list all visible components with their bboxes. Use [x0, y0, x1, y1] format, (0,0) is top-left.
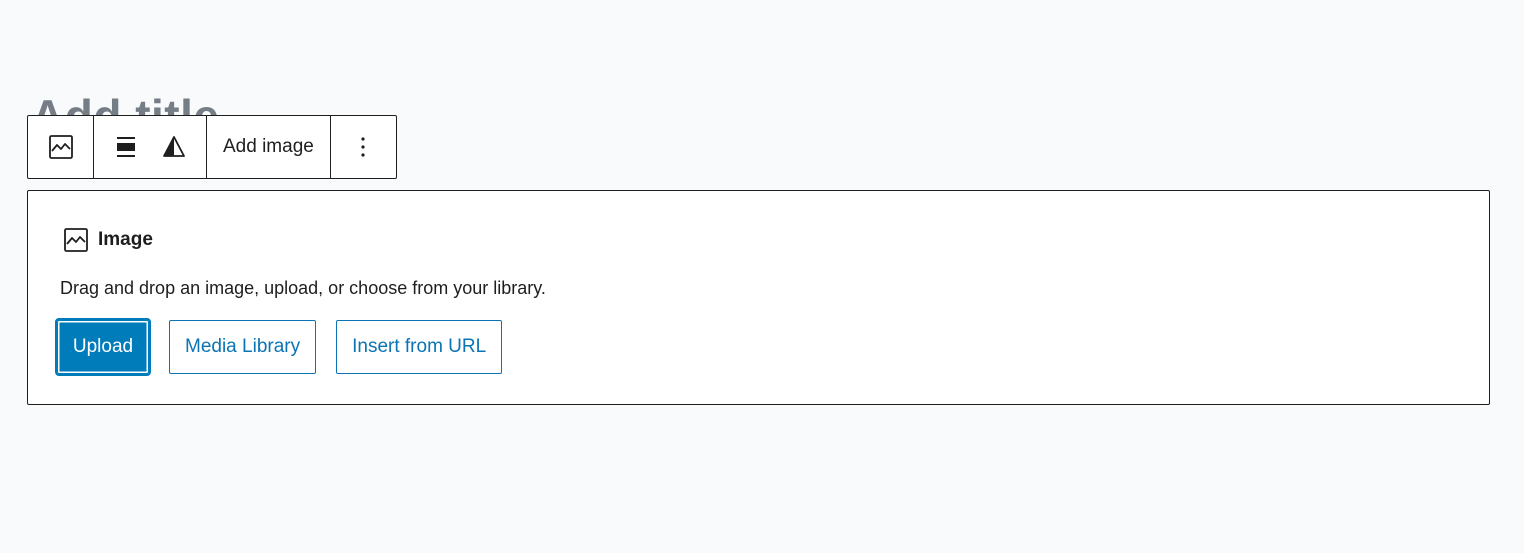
- align-duotone-group: [94, 116, 207, 178]
- insert-from-url-button[interactable]: Insert from URL: [336, 320, 503, 374]
- block-type-button[interactable]: [28, 116, 93, 178]
- duotone-icon: [162, 135, 186, 159]
- block-type-group: [28, 116, 94, 178]
- add-image-group: Add image: [207, 116, 331, 178]
- more-options-button[interactable]: [331, 116, 396, 178]
- editor-canvas: Add title: [0, 0, 1524, 553]
- post-title-input[interactable]: Add title: [31, 88, 219, 115]
- placeholder-label-text: Image: [98, 229, 153, 250]
- align-center-icon: [115, 135, 137, 159]
- align-button[interactable]: [102, 116, 150, 178]
- block-toolbar: Add image: [27, 115, 397, 179]
- upload-button[interactable]: Upload: [55, 318, 151, 376]
- placeholder-label: Image: [63, 227, 153, 253]
- duotone-button[interactable]: [150, 116, 198, 178]
- media-library-button[interactable]: Media Library: [169, 320, 317, 374]
- more-options-group: [331, 116, 396, 178]
- more-vertical-icon: [360, 135, 366, 159]
- image-icon: [48, 134, 74, 160]
- image-block-placeholder: Image Drag and drop an image, upload, or…: [27, 190, 1490, 405]
- add-image-button[interactable]: Add image: [207, 116, 330, 178]
- image-icon: [63, 227, 89, 253]
- placeholder-actions: Upload Media Library Insert from URL: [55, 318, 503, 376]
- placeholder-instructions: Drag and drop an image, upload, or choos…: [60, 278, 546, 298]
